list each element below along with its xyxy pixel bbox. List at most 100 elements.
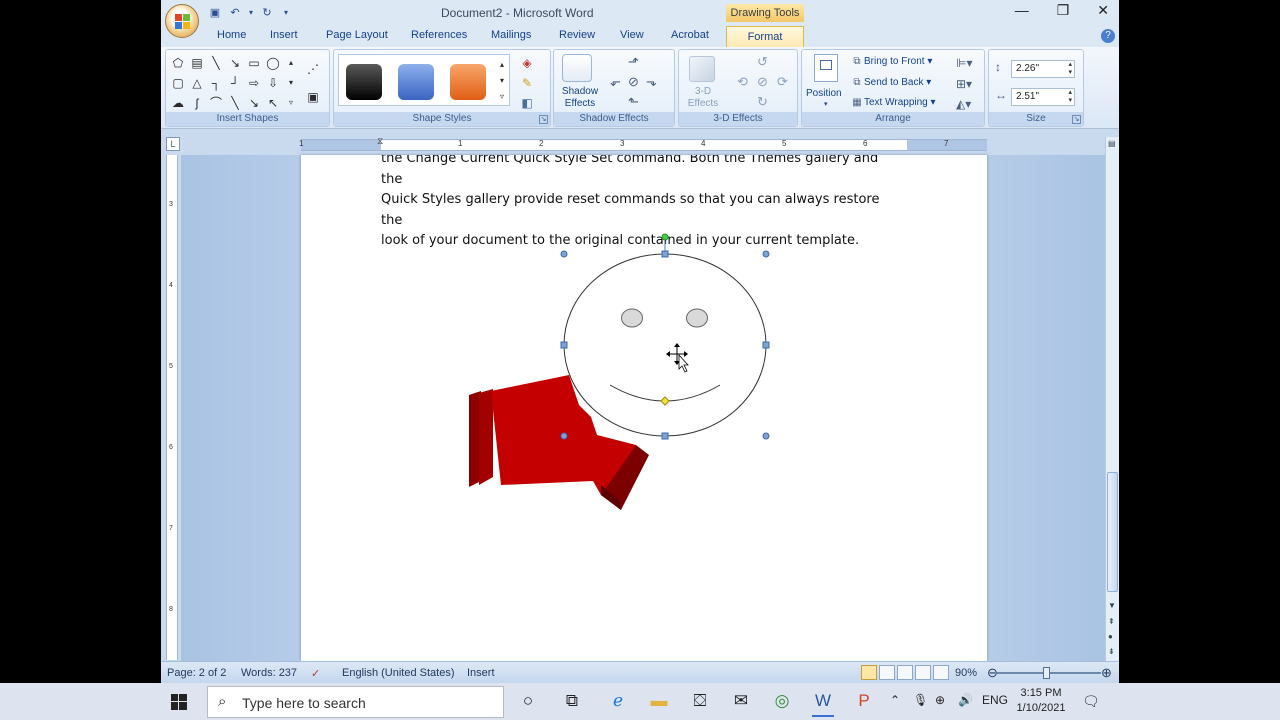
next-page-icon[interactable]: ⇟: [1108, 647, 1115, 656]
pentagon-shape-icon[interactable]: ⬠: [169, 54, 187, 72]
styles-more-icon[interactable]: ▿: [496, 88, 508, 106]
arrow-shape-icon[interactable]: ↘: [245, 94, 263, 112]
resize-handle[interactable]: [560, 250, 568, 258]
tab-mailings[interactable]: Mailings: [491, 29, 531, 41]
shape-fill-icon[interactable]: ◈: [518, 54, 536, 72]
print-layout-view-icon[interactable]: [861, 665, 877, 680]
nudge-right-icon[interactable]: ⬎: [646, 74, 657, 90]
textbox-shape-icon[interactable]: ▤: [188, 54, 206, 72]
shadow-effects-icon[interactable]: [562, 54, 592, 82]
input-language[interactable]: ENG: [982, 693, 1008, 707]
change-shape-icon[interactable]: ◧: [518, 94, 536, 112]
zoom-slider-thumb[interactable]: [1043, 667, 1050, 679]
network-icon[interactable]: ⊕: [935, 693, 945, 707]
position-button[interactable]: Position: [806, 88, 842, 99]
full-screen-reading-view-icon[interactable]: [879, 665, 895, 680]
triangle-shape-icon[interactable]: △: [188, 74, 206, 92]
shapes-scroll-up-icon[interactable]: ▴: [286, 54, 296, 72]
tab-format[interactable]: Format: [726, 26, 804, 47]
file-explorer-icon[interactable]: ▬: [646, 689, 672, 713]
redo-icon[interactable]: ↻: [259, 6, 275, 20]
office-button[interactable]: [165, 4, 199, 38]
resize-handle[interactable]: [661, 250, 669, 258]
tilt-down-icon[interactable]: ↻: [757, 94, 768, 110]
tab-selector-icon[interactable]: L: [166, 137, 180, 151]
tilt-right-icon[interactable]: ⟳: [777, 74, 788, 90]
height-spinner-icon[interactable]: ▴ ▾: [1068, 61, 1072, 77]
indent-marker-icon[interactable]: ⧖: [377, 136, 383, 147]
3d-effects-icon[interactable]: [689, 56, 715, 82]
cloud-shape-icon[interactable]: ☁: [169, 94, 187, 112]
customize-qat-icon[interactable]: ▾: [279, 6, 293, 20]
close-button[interactable]: ✕: [1097, 2, 1109, 19]
size-launcher-icon[interactable]: ↘: [1072, 115, 1081, 124]
show-hidden-icons-icon[interactable]: ⌃: [890, 693, 900, 707]
scrollbar-thumb[interactable]: [1107, 472, 1118, 592]
tab-page-layout[interactable]: Page Layout: [326, 29, 388, 41]
resize-handle[interactable]: [560, 432, 568, 440]
width-spinner-icon[interactable]: ▴ ▾: [1068, 89, 1072, 105]
tab-view[interactable]: View: [620, 29, 644, 41]
microphone-icon[interactable]: 🎙: [913, 693, 928, 707]
arrow-line-shape-icon[interactable]: ↘: [226, 54, 244, 72]
notifications-icon[interactable]: 🗨: [1082, 693, 1100, 710]
tab-review[interactable]: Review: [559, 29, 595, 41]
store-icon[interactable]: ⛋: [687, 689, 713, 713]
right-arrow-shape-icon[interactable]: ⇨: [245, 74, 263, 92]
rounded-rect-shape-icon[interactable]: ▢: [169, 74, 187, 92]
shape-width-input[interactable]: 2.51" ▴ ▾: [1011, 88, 1075, 106]
select-browse-object-icon[interactable]: ●: [1108, 632, 1113, 641]
shape-style-blue[interactable]: [398, 64, 434, 100]
resize-handle[interactable]: [661, 432, 669, 440]
resize-handle[interactable]: [762, 432, 770, 440]
maximize-button[interactable]: ❐: [1057, 2, 1070, 19]
down-arrow-shape-icon[interactable]: ⇩: [264, 74, 282, 92]
edit-text-icon[interactable]: ▣: [304, 88, 322, 106]
nudge-down-icon[interactable]: ⬑: [628, 94, 639, 110]
freeform-shape-icon[interactable]: ʃ: [188, 94, 206, 112]
word-taskbar-icon[interactable]: W: [810, 689, 836, 717]
view-ruler-icon[interactable]: ▤: [1108, 139, 1116, 148]
3d-toggle-icon[interactable]: ⊘: [757, 74, 768, 90]
tab-references[interactable]: References: [411, 29, 467, 41]
curve-shape-icon[interactable]: ⌒: [207, 94, 225, 112]
zoom-level[interactable]: 90%: [955, 667, 977, 679]
group-objects-icon[interactable]: ⊞▾: [956, 77, 972, 91]
page-count[interactable]: Page: 2 of 2: [167, 667, 226, 679]
double-arrow-shape-icon[interactable]: ↖: [264, 94, 282, 112]
tab-insert[interactable]: Insert: [270, 29, 298, 41]
elbow-connector-icon[interactable]: ┐: [207, 74, 225, 92]
diagonal-line-icon[interactable]: ╲: [226, 94, 244, 112]
edit-shape-icon[interactable]: ⋰: [304, 60, 322, 78]
outline-view-icon[interactable]: [915, 665, 931, 680]
position-dropdown-icon[interactable]: ▾: [824, 100, 828, 108]
shape-style-orange[interactable]: [450, 64, 486, 100]
previous-page-icon[interactable]: ⇞: [1108, 617, 1115, 626]
elbow-arrow-icon[interactable]: ┘: [226, 74, 244, 92]
task-view-icon[interactable]: ⧉: [559, 689, 585, 713]
horizontal-ruler[interactable]: 1 1 2 3 4 5 6 7 ⧖: [299, 136, 987, 151]
tab-home[interactable]: Home: [217, 29, 246, 41]
resize-handle[interactable]: [560, 341, 568, 349]
document-page[interactable]: the Change Current Quick Style Set comma…: [301, 155, 987, 661]
shapes-scroll-down-icon[interactable]: ▾: [286, 74, 296, 92]
oval-shape-icon[interactable]: ◯: [264, 54, 282, 72]
word-count[interactable]: Words: 237: [241, 667, 297, 679]
shape-outline-icon[interactable]: ✎: [518, 74, 536, 92]
taskbar-clock[interactable]: 3:15 PM 1/10/2021: [1013, 686, 1069, 716]
shadow-effects-button[interactable]: Shadow Effects: [558, 86, 602, 110]
position-icon[interactable]: [814, 54, 838, 82]
undo-icon[interactable]: ↶: [227, 6, 243, 20]
language-indicator[interactable]: English (United States): [342, 667, 455, 679]
shape-style-black[interactable]: [346, 64, 382, 100]
send-to-back-button[interactable]: ⧉ Send to Back ▾: [850, 77, 931, 88]
shape-styles-launcher-icon[interactable]: ↘: [539, 115, 548, 124]
shadow-toggle-icon[interactable]: ⊘: [628, 74, 639, 90]
rotation-handle[interactable]: [661, 233, 669, 241]
taskbar-search-box[interactable]: ⌕ Type here to search: [207, 686, 504, 718]
undo-dropdown-icon[interactable]: ▾: [247, 6, 255, 20]
vertical-scrollbar[interactable]: ▤ ▼ ⇞ ● ⇟: [1105, 137, 1119, 661]
nudge-up-icon[interactable]: ⬏: [628, 54, 639, 70]
minimize-button[interactable]: —: [1015, 2, 1029, 19]
align-icon[interactable]: ⊫▾: [956, 56, 972, 70]
